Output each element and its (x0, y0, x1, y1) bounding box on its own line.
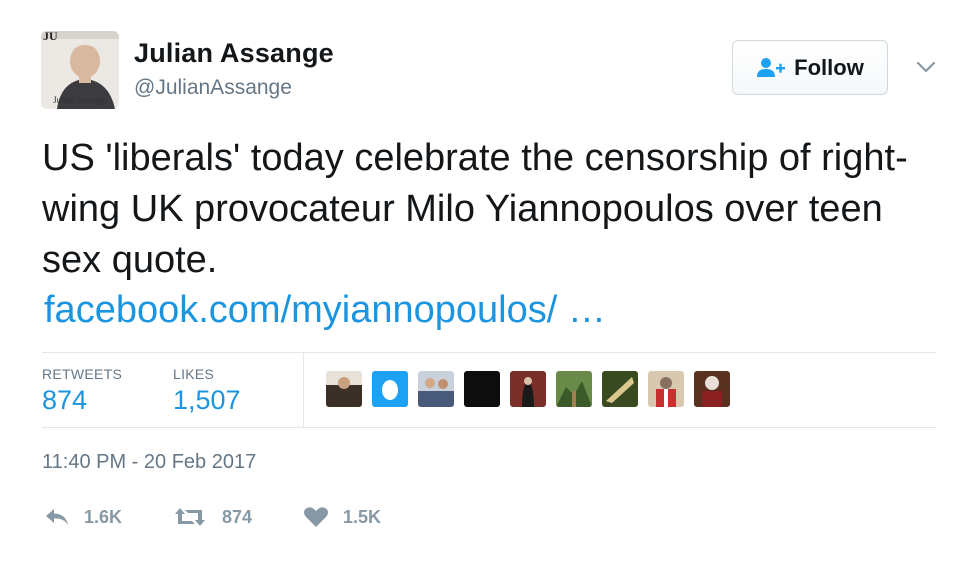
chevron-down-icon[interactable] (914, 56, 938, 78)
retweet-count: 874 (222, 506, 253, 527)
tweet-timestamp[interactable]: 11:40 PM - 20 Feb 2017 (42, 451, 256, 474)
reply-button[interactable]: 1.6K (44, 502, 122, 532)
liker-avatars (326, 371, 740, 407)
reply-count: 1.6K (84, 506, 123, 527)
avatar-caption: Julian Assange (53, 95, 107, 105)
liker-avatar-8[interactable] (648, 371, 684, 407)
liker-avatar-7[interactable] (602, 371, 638, 407)
likes-count[interactable]: 1,507 (173, 385, 241, 416)
liker-avatar-9[interactable] (694, 371, 730, 407)
like-button[interactable]: 1.5K (303, 502, 381, 532)
heart-icon (304, 507, 328, 527)
follow-label: Follow (794, 54, 864, 80)
liker-avatar-5[interactable] (510, 371, 546, 407)
liker-avatar-6[interactable] (556, 371, 592, 407)
retweets-count[interactable]: 874 (42, 385, 87, 416)
stats-top-divider (42, 352, 936, 353)
follow-person-icon (757, 57, 786, 77)
liker-avatar-1[interactable] (326, 371, 362, 407)
retweets-label: RETWEETS (42, 366, 123, 382)
tweet-card: JU Julian Assange Julian Assange @Julian… (0, 0, 980, 565)
retweet-button[interactable]: 874 (172, 502, 252, 532)
liker-avatar-4[interactable] (464, 371, 500, 407)
like-count: 1.5K (343, 506, 382, 527)
reply-icon (46, 509, 68, 525)
retweet-icon (175, 508, 205, 526)
liker-avatar-3[interactable] (418, 371, 454, 407)
profile-avatar[interactable]: JU Julian Assange (41, 31, 119, 109)
tweet-text: US 'liberals' today celebrate the censor… (42, 137, 908, 281)
tweet-link[interactable]: facebook.com/myiannopoulos/ … (44, 288, 606, 333)
svg-text:JU: JU (43, 31, 58, 43)
user-handle[interactable]: @JulianAssange (134, 76, 292, 100)
follow-button[interactable]: Follow (732, 40, 888, 95)
likes-label: LIKES (173, 366, 215, 382)
display-name[interactable]: Julian Assange (134, 38, 334, 69)
stats-vertical-divider (303, 353, 304, 427)
liker-avatar-2[interactable] (372, 371, 408, 407)
stats-bottom-divider (42, 427, 936, 428)
